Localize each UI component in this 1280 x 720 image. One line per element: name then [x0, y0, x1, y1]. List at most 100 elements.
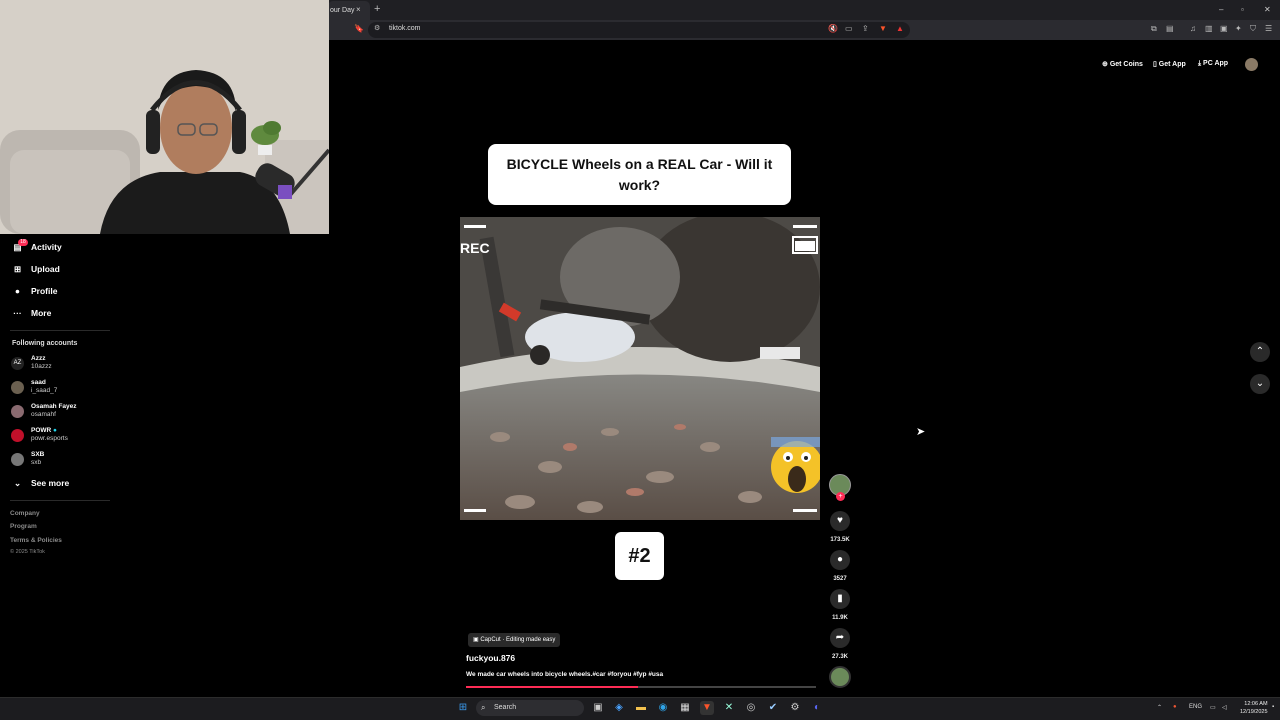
previous-video-button[interactable]: ⌃	[1250, 342, 1270, 362]
music-icon[interactable]: ♫	[1190, 24, 1196, 33]
brave-icon[interactable]: ▼	[700, 701, 714, 715]
language-indicator[interactable]: ENG	[1189, 704, 1202, 710]
site-info-icon[interactable]: ⚙	[374, 24, 380, 32]
brave-shield-icon[interactable]: ▼	[879, 24, 887, 33]
account-handle: powr.esports	[31, 435, 68, 442]
get-coins-button[interactable]: ⊕ Get Coins	[1102, 60, 1143, 68]
tab-close-icon[interactable]: ×	[356, 5, 361, 14]
search-icon: ⌕	[481, 703, 486, 712]
sidebar-divider	[10, 330, 110, 331]
sidebar-item-upload[interactable]: ⊞ Upload	[12, 264, 60, 275]
account-handle: sxb	[31, 459, 42, 466]
cast-icon[interactable]: ▭	[845, 24, 853, 33]
comment-icon: ●	[836, 554, 844, 565]
close-window-button[interactable]: ✕	[1264, 5, 1271, 14]
bookmark-icon[interactable]: 🔖	[354, 24, 364, 33]
comment-button[interactable]: ●	[830, 550, 850, 570]
video-progress-fill	[466, 686, 638, 688]
reader-icon[interactable]: ▤	[1166, 24, 1174, 33]
notification-icon[interactable]: ▪	[1272, 704, 1274, 710]
get-app-button[interactable]: ▯ Get App	[1153, 60, 1186, 68]
sidebar-item-profile[interactable]: ● Profile	[12, 286, 58, 296]
music-disc[interactable]	[829, 666, 851, 688]
account-name: saad	[31, 379, 46, 386]
next-video-button[interactable]: ⌄	[1250, 374, 1270, 394]
more-icon: ···	[13, 308, 22, 318]
pc-app-button[interactable]: ⤓ PC App	[1198, 60, 1228, 68]
sidebar-item-label: Activity	[31, 242, 62, 252]
store-icon[interactable]: ▦	[678, 701, 692, 715]
follow-plus-icon[interactable]: +	[836, 492, 845, 501]
sidebar-item-more[interactable]: ··· More	[12, 308, 51, 318]
file-explorer-icon[interactable]: ▬	[634, 701, 648, 715]
following-accounts-header: Following accounts	[12, 340, 78, 347]
copilot-icon[interactable]: ◈	[612, 701, 626, 715]
taskbar-clock[interactable]: 12:06 AM 12/19/2025	[1240, 700, 1268, 716]
footer-program-link[interactable]: Program	[10, 523, 37, 530]
steam-icon[interactable]: ✔	[766, 701, 780, 715]
new-tab-button[interactable]: +	[374, 3, 380, 15]
account-name: Osamah Fayez	[31, 403, 77, 410]
footer-company-link[interactable]: Company	[10, 510, 40, 517]
settings-icon[interactable]: ⚙	[788, 701, 802, 715]
wallet-icon[interactable]: ▣	[1220, 24, 1228, 33]
save-button[interactable]: ▮	[830, 589, 850, 609]
account-handle: 10azzz	[31, 363, 52, 370]
browser-tab[interactable]: our Day	[328, 1, 370, 20]
rec-label: REC	[460, 240, 490, 256]
video-player[interactable]	[460, 217, 820, 520]
share-button[interactable]: ➦	[830, 628, 850, 648]
account-name: SXB	[31, 451, 45, 458]
video-frame-image	[460, 217, 820, 520]
account-name: POWR ●	[31, 427, 57, 434]
save-count: 11.9K	[832, 615, 848, 621]
video-progress-bar[interactable]	[466, 686, 816, 688]
chevron-down-icon: ⌄	[1255, 378, 1265, 389]
brave-rewards-icon[interactable]: ▲	[896, 24, 904, 33]
sidebar-toggle-icon[interactable]: ▥	[1205, 24, 1213, 33]
account-avatar: AZ	[11, 357, 24, 370]
upload-icon: ⊞	[13, 264, 22, 274]
task-view-icon[interactable]: ▣	[591, 701, 605, 715]
video-author[interactable]: fuckyou.876	[466, 653, 515, 663]
taskbar-search[interactable]: Search	[476, 700, 584, 716]
comment-count: 3527	[833, 576, 847, 582]
user-avatar[interactable]	[1245, 58, 1258, 71]
network-icon[interactable]: ▭	[1210, 704, 1216, 711]
heart-icon: ♥	[837, 515, 843, 526]
see-more-label: See more	[31, 478, 70, 488]
see-more-button[interactable]: ⌄ See more	[12, 478, 69, 489]
account-name: Azzz	[31, 355, 46, 362]
edge-icon[interactable]: ◉	[656, 701, 670, 715]
volume-icon[interactable]: ◁	[1222, 704, 1227, 711]
app-icon[interactable]: ✕	[722, 701, 736, 715]
account-name-text: POWR	[31, 427, 52, 434]
minimize-button[interactable]: –	[1219, 5, 1223, 14]
obs-icon[interactable]: ◎	[744, 701, 758, 715]
chevron-up-icon: ⌃	[1255, 346, 1265, 357]
like-button[interactable]: ♥	[830, 511, 850, 531]
menu-icon[interactable]: ☰	[1265, 24, 1272, 33]
start-icon[interactable]: ⊞	[456, 701, 470, 715]
capcut-tag[interactable]: ▣ CapCut · Editing made easy	[468, 633, 561, 647]
extensions-icon[interactable]: ⧉	[1151, 24, 1157, 34]
footer-terms-link[interactable]: Terms & Policies	[10, 537, 62, 544]
restore-button[interactable]: ▫	[1241, 5, 1244, 14]
discord-icon[interactable]: ◐	[810, 701, 824, 715]
profile-icon: ●	[14, 286, 21, 296]
leo-icon[interactable]: ✦	[1235, 24, 1242, 33]
capcut-icon: ▣	[473, 637, 479, 643]
tray-overflow-icon[interactable]: ⌃	[1157, 704, 1162, 711]
like-count: 173.5K	[830, 537, 850, 543]
account-handle: i_saad_7	[31, 387, 58, 394]
share-icon[interactable]: ⇪	[862, 24, 869, 33]
url-text: tiktok.com	[389, 25, 421, 32]
video-caption: We made car wheels into bicycle wheels.#…	[466, 671, 664, 678]
account-avatar	[11, 429, 24, 442]
clock-time: 12:06 AM	[1244, 701, 1268, 707]
mic-icon[interactable]: ●	[1173, 704, 1177, 710]
episode-badge: #2	[615, 532, 664, 580]
mute-icon[interactable]: 🔇	[828, 24, 838, 33]
vpn-icon[interactable]: ⛉	[1250, 24, 1256, 34]
share-count: 27.3K	[831, 654, 848, 660]
